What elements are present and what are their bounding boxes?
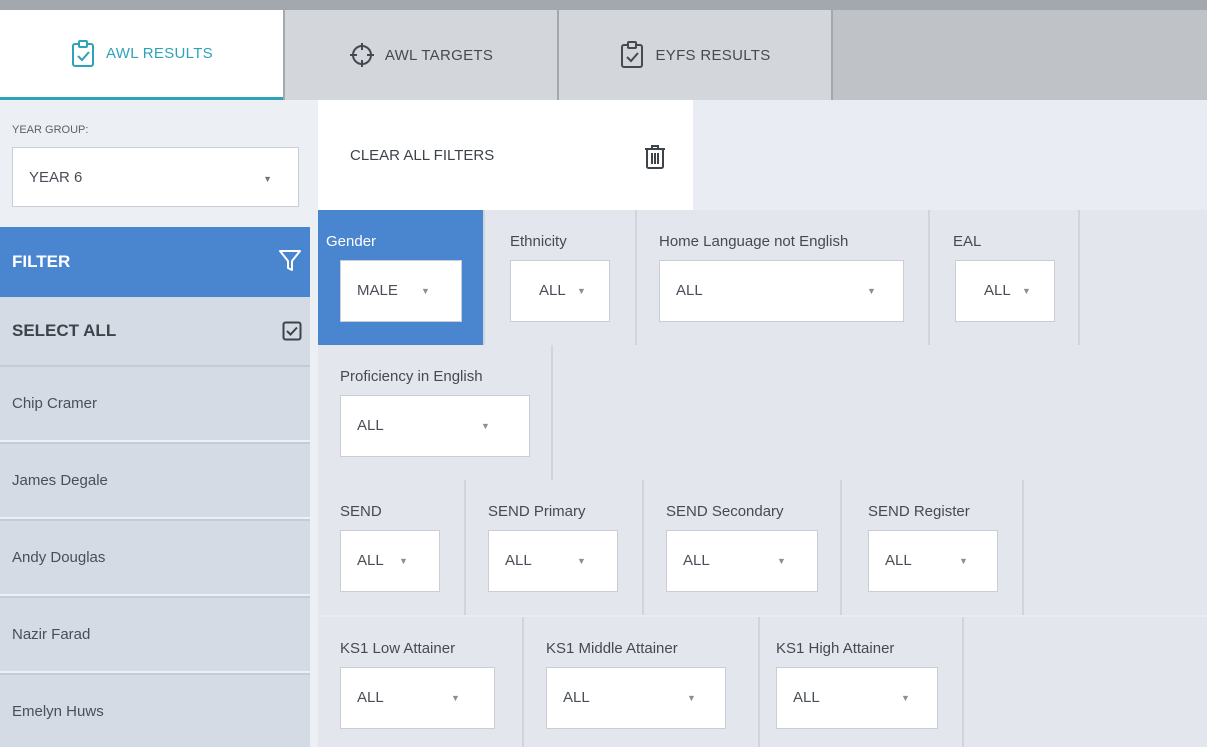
send-primary-value: ALL [505,552,532,569]
tab-awl-targets[interactable]: AWL TARGETS [285,10,557,100]
student-item[interactable]: Chip Cramer [0,365,310,440]
student-name: Emelyn Huws [12,703,104,720]
student-name: Nazir Farad [12,626,91,643]
student-item[interactable]: James Degale [0,442,310,517]
ethnicity-filter: Ethnicity ALL ▼ [485,210,637,345]
gender-label: Gender [326,233,377,250]
student-item[interactable]: Emelyn Huws [0,673,310,747]
tab-label: EYFS RESULTS [655,46,771,64]
send-secondary-select[interactable]: ALL ▼ [666,530,818,592]
chevron-down-icon: ▼ [481,421,490,431]
tab-label: AWL RESULTS [106,45,213,62]
clipboard-check-icon [70,39,96,69]
send-register-value: ALL [885,552,912,569]
proficiency-value: ALL [357,417,384,434]
home-language-label: Home Language not English [659,233,849,250]
ks1-middle-label: KS1 Middle Attainer [546,640,678,657]
chevron-down-icon: ▼ [687,693,696,703]
tab-awl-results[interactable]: AWL RESULTS [0,10,283,100]
chevron-down-icon: ▼ [451,693,460,703]
home-language-value: ALL [676,282,703,299]
filter-row-demographics: Gender MALE ▼ Ethnicity ALL ▼ Home Langu… [318,210,1207,345]
filter-header[interactable]: FILTER [0,227,310,297]
home-language-select[interactable]: ALL ▼ [659,260,904,322]
proficiency-label: Proficiency in English [340,368,483,385]
trash-icon [644,144,666,170]
year-group-value: YEAR 6 [29,168,83,186]
gender-select[interactable]: MALE ▼ [340,260,462,322]
send-secondary-filter: SEND Secondary ALL ▼ [644,480,842,615]
proficiency-filter: Proficiency in English ALL ▼ [318,345,553,480]
eal-value: ALL [984,282,1011,299]
send-register-filter: SEND Register ALL ▼ [842,480,1024,615]
eal-select[interactable]: ALL ▼ [955,260,1055,322]
chevron-down-icon: ▼ [577,556,586,566]
chevron-down-icon: ▼ [263,174,272,184]
filter-row-ks1: KS1 Low Attainer ALL ▼ KS1 Middle Attain… [318,617,1207,747]
filter-label: FILTER [12,252,71,271]
year-group-label: YEAR GROUP: [12,124,89,136]
tab-eyfs-results[interactable]: EYFS RESULTS [559,10,831,100]
crosshair-icon [349,40,375,70]
chevron-down-icon: ▼ [777,556,786,566]
proficiency-select[interactable]: ALL ▼ [340,395,530,457]
home-language-filter: Home Language not English ALL ▼ [637,210,930,345]
sidebar: YEAR GROUP: YEAR 6 ▼ FILTER SELECT ALL C… [0,100,318,747]
ks1-low-filter: KS1 Low Attainer ALL ▼ [318,617,524,747]
send-secondary-label: SEND Secondary [666,503,784,520]
chevron-down-icon: ▼ [577,286,586,296]
clear-all-filters-label: CLEAR ALL FILTERS [350,146,495,164]
ks1-high-label: KS1 High Attainer [776,640,895,657]
ks1-low-select[interactable]: ALL ▼ [340,667,495,729]
eal-filter: EAL ALL ▼ [930,210,1080,345]
chevron-down-icon: ▼ [421,286,430,296]
eal-label: EAL [953,233,982,250]
send-select[interactable]: ALL ▼ [340,530,440,592]
select-all-label: SELECT ALL [12,321,117,340]
send-value: ALL [357,552,384,569]
chevron-down-icon: ▼ [901,693,910,703]
gender-value: MALE [357,282,398,299]
ks1-high-filter: KS1 High Attainer ALL ▼ [760,617,964,747]
ethnicity-select[interactable]: ALL ▼ [510,260,610,322]
tab-empty [833,10,1207,100]
tab-label: AWL TARGETS [384,46,494,64]
send-label: SEND [340,503,382,520]
tab-bar: AWL RESULTS AWL TARGETS EYFS RESULTS [0,0,1207,100]
funnel-icon [278,248,302,274]
chevron-down-icon: ▼ [959,556,968,566]
student-name: James Degale [12,472,108,489]
send-register-label: SEND Register [868,503,970,520]
ks1-middle-filter: KS1 Middle Attainer ALL ▼ [524,617,760,747]
student-name: Andy Douglas [12,549,106,566]
student-name: Chip Cramer [12,395,98,412]
ks1-high-value: ALL [793,689,820,706]
checkbox-checked-icon[interactable] [282,321,302,341]
student-item[interactable]: Andy Douglas [0,519,310,594]
gender-filter: Gender MALE ▼ [318,210,485,345]
student-item[interactable]: Nazir Farad [0,596,310,671]
ks1-middle-select[interactable]: ALL ▼ [546,667,726,729]
send-secondary-value: ALL [683,552,710,569]
chevron-down-icon: ▼ [1022,286,1031,296]
send-primary-select[interactable]: ALL ▼ [488,530,618,592]
chevron-down-icon: ▼ [867,286,876,296]
send-primary-label: SEND Primary [488,503,586,520]
send-primary-filter: SEND Primary ALL ▼ [466,480,644,615]
clear-all-filters-button[interactable]: CLEAR ALL FILTERS [318,100,693,210]
ethnicity-label: Ethnicity [510,233,567,250]
ks1-low-label: KS1 Low Attainer [340,640,456,657]
send-filter: SEND ALL ▼ [318,480,466,615]
filter-row-send: SEND ALL ▼ SEND Primary ALL ▼ SEND Secon… [318,480,1207,615]
filter-row-proficiency: Proficiency in English ALL ▼ [318,345,1207,480]
ethnicity-value: ALL [539,282,566,299]
chevron-down-icon: ▼ [399,556,408,566]
clipboard-check-icon [619,40,645,70]
ks1-low-value: ALL [357,689,384,706]
ks1-high-select[interactable]: ALL ▼ [776,667,938,729]
select-all-row[interactable]: SELECT ALL [0,297,310,365]
ks1-middle-value: ALL [563,689,590,706]
send-register-select[interactable]: ALL ▼ [868,530,998,592]
year-group-select[interactable]: YEAR 6 ▼ [12,147,299,207]
